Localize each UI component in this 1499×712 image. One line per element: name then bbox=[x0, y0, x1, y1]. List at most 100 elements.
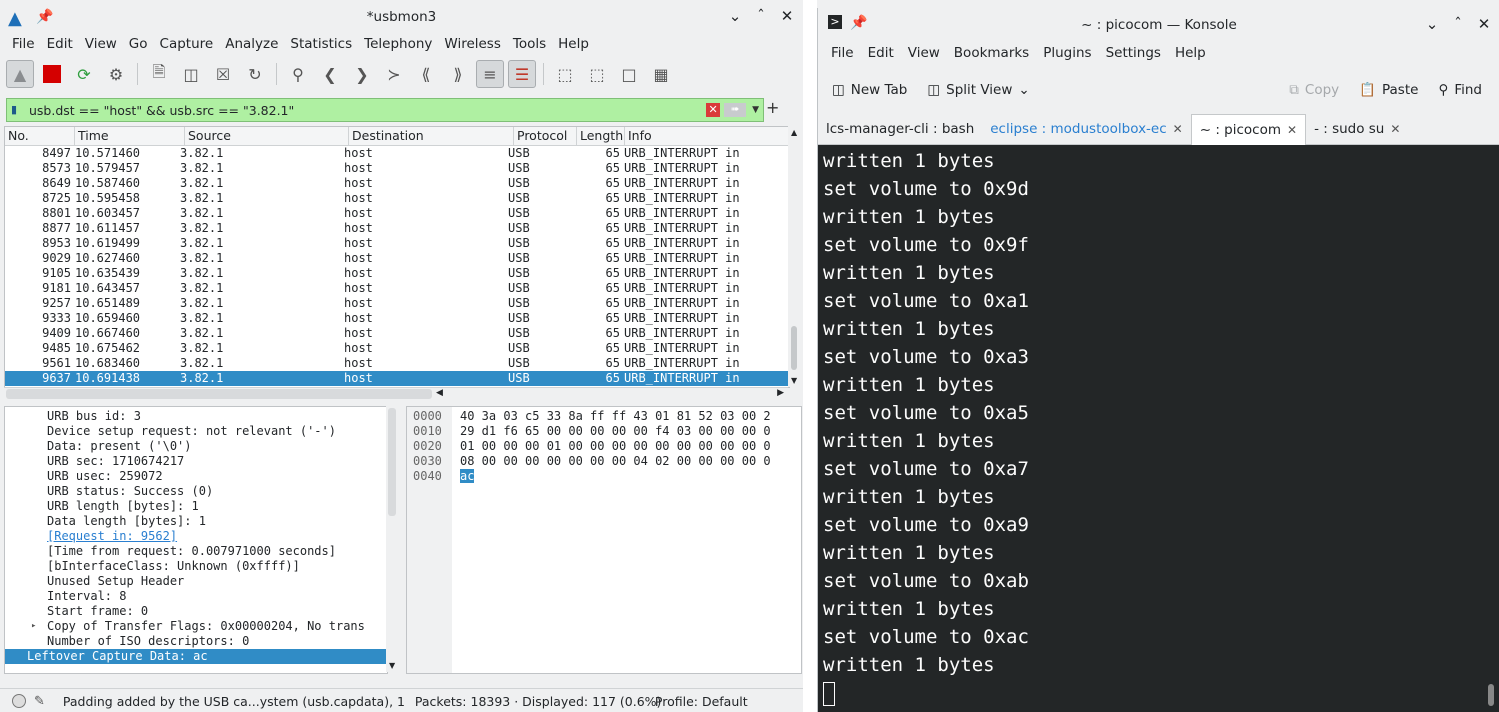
last-packet-icon[interactable]: ⟫ bbox=[444, 60, 472, 88]
detail-row[interactable]: Leftover Capture Data: ac bbox=[5, 649, 387, 664]
detail-row[interactable]: URB usec: 259072 bbox=[5, 469, 387, 484]
column-info[interactable]: Info bbox=[625, 127, 788, 145]
packet-row[interactable]: 8725 10.595458 3.82.1 host USB 65 URB_INTERRUP… bbox=[5, 191, 789, 206]
bytes-hex[interactable]: 08 00 00 00 00 00 00 00 04 02 00 00 00 0… bbox=[460, 454, 771, 468]
detail-row[interactable]: URB status: Success (0) bbox=[5, 484, 387, 499]
start-capture-icon[interactable]: ▲ bbox=[6, 60, 34, 88]
details-scroll-down-icon[interactable]: ▼ bbox=[389, 661, 395, 670]
go-back-icon[interactable]: ❮ bbox=[316, 60, 344, 88]
close-tab-icon[interactable]: ✕ bbox=[1390, 115, 1400, 143]
column-no[interactable]: No. bbox=[5, 127, 75, 145]
bytes-hex[interactable]: ac bbox=[460, 469, 475, 483]
menu-telephony[interactable]: Telephony bbox=[358, 36, 438, 52]
packet-row[interactable]: 9333 10.659460 3.82.1 host USB 65 URB_INTERRUP… bbox=[5, 311, 789, 326]
find-button[interactable]: ⚲ Find bbox=[1438, 82, 1482, 98]
detail-row[interactable]: [bInterfaceClass: Unknown (0xffff)] bbox=[5, 559, 387, 574]
packet-row[interactable]: 8801 10.603457 3.82.1 host USB 65 URB_INTERRUP… bbox=[5, 206, 789, 221]
terminal-output[interactable]: written 1 bytes set volume to 0x9d written… bbox=[818, 145, 1499, 712]
tab-picocom[interactable]: ~ : picocom ✕ bbox=[1190, 114, 1307, 145]
packet-row[interactable]: 9257 10.651489 3.82.1 host USB 65 URB_INTERRUP… bbox=[5, 296, 789, 311]
detail-row[interactable]: URB sec: 1710674217 bbox=[5, 454, 387, 469]
menu-edit[interactable]: Edit bbox=[861, 45, 901, 61]
go-to-packet-icon[interactable]: ≻ bbox=[380, 60, 408, 88]
status-profile[interactable]: Profile: Default bbox=[655, 694, 748, 709]
save-file-icon[interactable]: ◫ bbox=[177, 60, 205, 88]
display-filter-bar[interactable]: ▮ usb.dst == "host" && usb.src == "3.82.… bbox=[6, 98, 764, 122]
packet-list-scrollbar[interactable]: ▲ ▼ bbox=[788, 126, 800, 387]
packet-list[interactable]: No. Time Source Destination Protocol Len… bbox=[4, 126, 790, 388]
packet-row[interactable]: 9029 10.627460 3.82.1 host USB 65 URB_INTERRUP… bbox=[5, 251, 789, 266]
zoom-in-icon[interactable]: ⬚ bbox=[551, 60, 579, 88]
stop-capture-icon[interactable] bbox=[38, 60, 66, 88]
menu-help[interactable]: Help bbox=[552, 36, 595, 52]
menu-view[interactable]: View bbox=[79, 36, 123, 52]
column-destination[interactable]: Destination bbox=[349, 127, 514, 145]
zoom-out-icon[interactable]: ⬚ bbox=[583, 60, 611, 88]
column-protocol[interactable]: Protocol bbox=[514, 127, 577, 145]
tab-sudo-su[interactable]: - : sudo su ✕ bbox=[1306, 114, 1408, 144]
scroll-down-icon[interactable]: ▼ bbox=[791, 376, 797, 385]
copy-button[interactable]: ⧉ Copy bbox=[1289, 82, 1339, 98]
packet-details-pane[interactable]: URB bus id: 3 Device setup request: not r… bbox=[4, 406, 388, 674]
detail-row[interactable]: Number of ISO descriptors: 0 bbox=[5, 634, 387, 649]
column-length[interactable]: Length bbox=[577, 127, 625, 145]
packet-row[interactable]: 8953 10.619499 3.82.1 host USB 65 URB_INTERRUP… bbox=[5, 236, 789, 251]
close-button[interactable]: ✕ bbox=[1476, 16, 1492, 32]
menu-file[interactable]: File bbox=[6, 36, 41, 52]
go-forward-icon[interactable]: ❯ bbox=[348, 60, 376, 88]
menu-edit[interactable]: Edit bbox=[41, 36, 79, 52]
detail-row[interactable]: ▸ Copy of Transfer Flags: 0x00000204, No … bbox=[5, 619, 387, 634]
packet-row[interactable]: 9637 10.691438 3.82.1 host USB 65 URB_INTERRUP… bbox=[5, 371, 789, 386]
tab-eclipse[interactable]: eclipse : modustoolbox-ec ✕ bbox=[982, 114, 1190, 144]
menu-settings[interactable]: Settings bbox=[1099, 45, 1168, 61]
expert-info-icon[interactable] bbox=[12, 694, 26, 708]
packet-list-hscrollbar[interactable]: ◀ ▶ bbox=[4, 387, 788, 402]
normal-size-icon[interactable]: □ bbox=[615, 60, 643, 88]
menu-wireless[interactable]: Wireless bbox=[438, 36, 507, 52]
detail-row[interactable]: Device setup request: not relevant ('-') bbox=[5, 424, 387, 439]
scrollbar-thumb[interactable] bbox=[791, 326, 797, 370]
menu-capture[interactable]: Capture bbox=[154, 36, 220, 52]
menu-bookmarks[interactable]: Bookmarks bbox=[947, 45, 1036, 61]
first-packet-icon[interactable]: ⟪ bbox=[412, 60, 440, 88]
packet-row[interactable]: 9485 10.675462 3.82.1 host USB 65 URB_INTERRUP… bbox=[5, 341, 789, 356]
reload-file-icon[interactable]: ↻ bbox=[241, 60, 269, 88]
details-scrollbar[interactable]: ▼ bbox=[386, 406, 400, 672]
menu-file[interactable]: File bbox=[824, 45, 861, 61]
packet-row[interactable]: 9181 10.643457 3.82.1 host USB 65 URB_INTERRUP… bbox=[5, 281, 789, 296]
detail-row[interactable]: Unused Setup Header bbox=[5, 574, 387, 589]
detail-row[interactable]: URB length [bytes]: 1 bbox=[5, 499, 387, 514]
autoscroll-icon[interactable]: ≡ bbox=[476, 60, 504, 88]
detail-row[interactable]: Data length [bytes]: 1 bbox=[5, 514, 387, 529]
bytes-hex[interactable]: 01 00 00 00 01 00 00 00 00 00 00 00 00 0… bbox=[460, 439, 771, 453]
packet-row[interactable]: 8649 10.587460 3.82.1 host USB 65 URB_INTERRUP… bbox=[5, 176, 789, 191]
minimize-button[interactable]: ⌄ bbox=[727, 8, 743, 24]
scroll-up-icon[interactable]: ▲ bbox=[791, 128, 797, 137]
tab-lcs-manager[interactable]: lcs-manager-cli : bash bbox=[818, 114, 982, 144]
packet-row[interactable]: 9105 10.635439 3.82.1 host USB 65 URB_INTERRUP… bbox=[5, 266, 789, 281]
detail-row[interactable]: Data: present ('\0') bbox=[5, 439, 387, 454]
packet-row[interactable]: 8573 10.579457 3.82.1 host USB 65 URB_INTERRUP… bbox=[5, 161, 789, 176]
minimize-button[interactable]: ⌄ bbox=[1424, 16, 1440, 32]
scroll-right-icon[interactable]: ▶ bbox=[777, 388, 784, 398]
column-source[interactable]: Source bbox=[185, 127, 349, 145]
close-tab-icon[interactable]: ✕ bbox=[1287, 116, 1297, 144]
packet-row[interactable]: 9409 10.667460 3.82.1 host USB 65 URB_INTERRUP… bbox=[5, 326, 789, 341]
detail-row[interactable]: Interval: 8 bbox=[5, 589, 387, 604]
paste-button[interactable]: 📋 Paste bbox=[1359, 82, 1418, 98]
resize-columns-icon[interactable]: ▦ bbox=[647, 60, 675, 88]
capture-options-icon[interactable]: ⚙ bbox=[102, 60, 130, 88]
close-button[interactable]: ✕ bbox=[779, 8, 795, 24]
maximize-button[interactable]: ˆ bbox=[753, 8, 769, 24]
menu-help[interactable]: Help bbox=[1168, 45, 1213, 61]
packet-row[interactable]: 8877 10.611457 3.82.1 host USB 65 URB_INTERRUP… bbox=[5, 221, 789, 236]
filter-history-dropdown-icon[interactable]: ▼ bbox=[752, 105, 759, 115]
expand-arrow-icon[interactable]: ▸ bbox=[31, 619, 36, 634]
add-filter-button-icon[interactable]: + bbox=[766, 98, 779, 117]
menu-tools[interactable]: Tools bbox=[507, 36, 552, 52]
open-file-icon[interactable]: 🗎 bbox=[145, 60, 173, 88]
packet-row[interactable]: 8497 10.571460 3.82.1 host USB 65 URB_INTERRUP… bbox=[5, 146, 789, 161]
bytes-hex[interactable]: 29 d1 f6 65 00 00 00 00 00 f4 03 00 00 0… bbox=[460, 424, 771, 438]
clear-filter-icon[interactable]: ✕ bbox=[706, 103, 721, 117]
colorize-icon[interactable]: ☰ bbox=[508, 60, 536, 88]
